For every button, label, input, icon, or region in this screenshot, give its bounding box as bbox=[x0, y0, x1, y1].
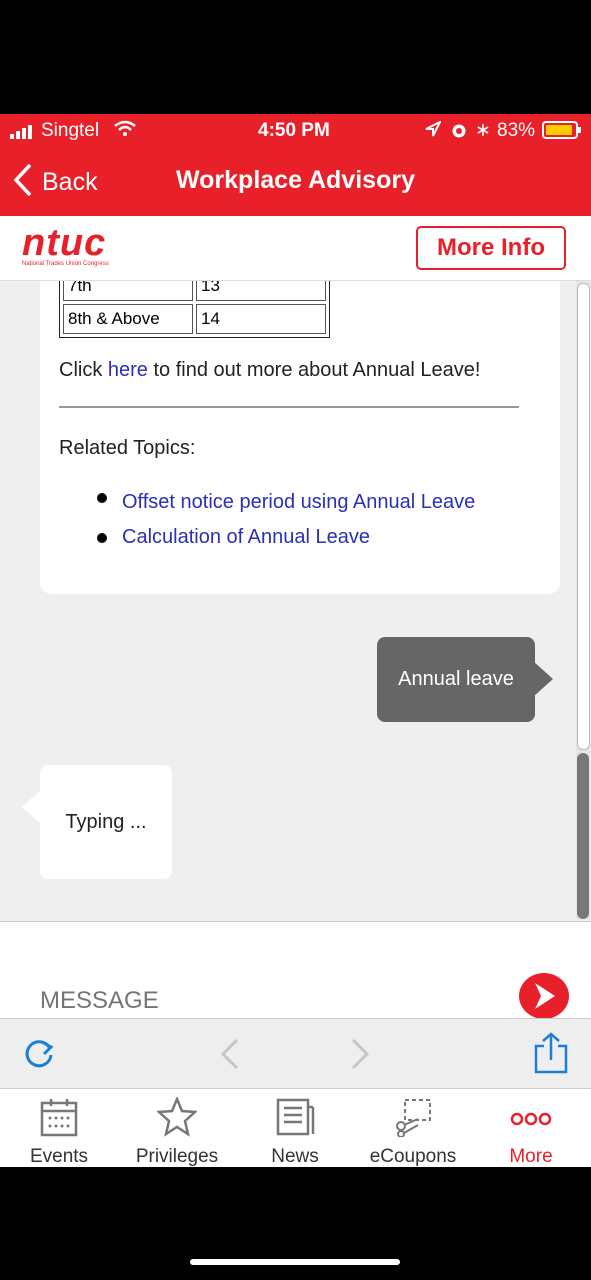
wifi-icon bbox=[114, 120, 136, 142]
page-title: Workplace Advisory bbox=[176, 166, 415, 194]
bullet bbox=[97, 493, 107, 503]
tab-news[interactable]: News bbox=[236, 1097, 354, 1168]
bot-message-card: 7th 13 8th & Above 14 Click here to find… bbox=[40, 281, 560, 594]
send-button[interactable] bbox=[519, 973, 569, 1019]
table-cell: 13 bbox=[196, 281, 326, 301]
here-link[interactable]: here bbox=[108, 359, 148, 381]
chat-area[interactable]: 7th 13 8th & Above 14 Click here to find… bbox=[0, 281, 591, 921]
calendar-icon bbox=[39, 1099, 79, 1141]
divider bbox=[59, 406, 519, 408]
battery-percent: 83% bbox=[497, 120, 536, 141]
home-indicator[interactable] bbox=[190, 1259, 400, 1265]
star-icon bbox=[155, 1095, 199, 1141]
bullet bbox=[97, 533, 107, 543]
table-row: 7th 13 bbox=[63, 281, 326, 301]
bluetooth-icon: ∗ bbox=[475, 120, 491, 141]
related-link-calculation[interactable]: Calculation of Annual Leave bbox=[122, 526, 370, 549]
click-prefix: Click bbox=[59, 359, 108, 381]
forward-arrow-icon[interactable] bbox=[350, 1038, 370, 1075]
tab-label: More bbox=[509, 1146, 553, 1167]
message-input-bar bbox=[0, 921, 591, 1019]
message-input[interactable] bbox=[38, 985, 482, 1017]
table-cell: 7th bbox=[63, 281, 193, 301]
clock-time: 4:50 PM bbox=[258, 120, 330, 141]
tab-events[interactable]: Events bbox=[0, 1097, 118, 1168]
refresh-icon[interactable] bbox=[22, 1037, 56, 1076]
browser-toolbar bbox=[0, 1018, 591, 1089]
tab-ecoupons[interactable]: eCoupons bbox=[354, 1097, 472, 1168]
related-link-offset-notice[interactable]: Offset notice period using Annual Leave bbox=[122, 491, 475, 514]
scrollbar-upper bbox=[577, 283, 590, 750]
share-icon[interactable] bbox=[534, 1032, 568, 1079]
table-cell: 14 bbox=[196, 304, 326, 334]
location-arrow-icon bbox=[425, 119, 443, 143]
more-dots-icon bbox=[509, 1112, 553, 1141]
scrollbar-thumb[interactable] bbox=[577, 753, 589, 919]
more-info-button[interactable]: More Info bbox=[416, 226, 566, 270]
click-suffix: to find out more about Annual Leave! bbox=[147, 359, 481, 381]
ntuc-logo-subtitle: National Trades Union Congress bbox=[22, 261, 109, 267]
newspaper-icon bbox=[275, 1098, 315, 1141]
tab-label: News bbox=[271, 1146, 319, 1167]
navigation-bar: Back Workplace Advisory bbox=[0, 146, 591, 216]
user-message-bubble: Annual leave bbox=[377, 637, 553, 722]
leave-table: 7th 13 8th & Above 14 bbox=[59, 281, 330, 338]
bot-typing-bubble: Typing ... bbox=[22, 765, 172, 879]
ntuc-logo: ntuc bbox=[22, 222, 107, 264]
tab-label: Privileges bbox=[135, 1146, 219, 1167]
signal-icon bbox=[10, 123, 36, 145]
table-cell: 8th & Above bbox=[63, 304, 193, 334]
tab-more[interactable]: More bbox=[472, 1097, 590, 1168]
scissors-icon bbox=[393, 1099, 433, 1141]
tab-label: Events bbox=[29, 1146, 89, 1167]
tab-bar: Events Privileges News eCoupons More bbox=[0, 1088, 591, 1167]
related-topics-heading: Related Topics: bbox=[59, 437, 196, 459]
alarm-icon bbox=[450, 121, 468, 145]
tab-privileges[interactable]: Privileges bbox=[118, 1095, 236, 1168]
click-here-text: Click here to find out more about Annual… bbox=[59, 359, 480, 382]
carrier-name: Singtel bbox=[41, 120, 100, 141]
tab-label: eCoupons bbox=[369, 1146, 457, 1167]
send-arrow-icon bbox=[531, 981, 559, 1016]
brand-bar: ntuc National Trades Union Congress More… bbox=[0, 216, 591, 281]
back-arrow-icon[interactable] bbox=[220, 1038, 240, 1075]
battery-icon bbox=[542, 121, 582, 145]
table-row: 8th & Above 14 bbox=[63, 304, 326, 334]
status-bar: Singtel 4:50 PM ∗ 83% bbox=[0, 114, 591, 146]
